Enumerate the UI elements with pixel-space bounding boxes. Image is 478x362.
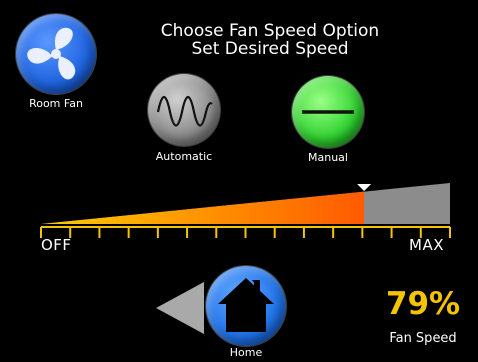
slider-min-label: OFF [41, 236, 72, 254]
slider-fill [41, 183, 365, 224]
scale-ticks [40, 227, 451, 238]
back-button[interactable] [154, 280, 206, 336]
slider-thumb-indicator[interactable] [357, 184, 372, 191]
home-button[interactable] [206, 266, 286, 346]
fan-speed-label: Fan Speed [389, 331, 457, 346]
home-icon [218, 278, 274, 332]
fan-speed-value: 79% [385, 286, 461, 322]
back-triangle-icon [156, 282, 204, 334]
slider-max-label: MAX [409, 236, 444, 254]
home-label: Home [229, 346, 263, 359]
